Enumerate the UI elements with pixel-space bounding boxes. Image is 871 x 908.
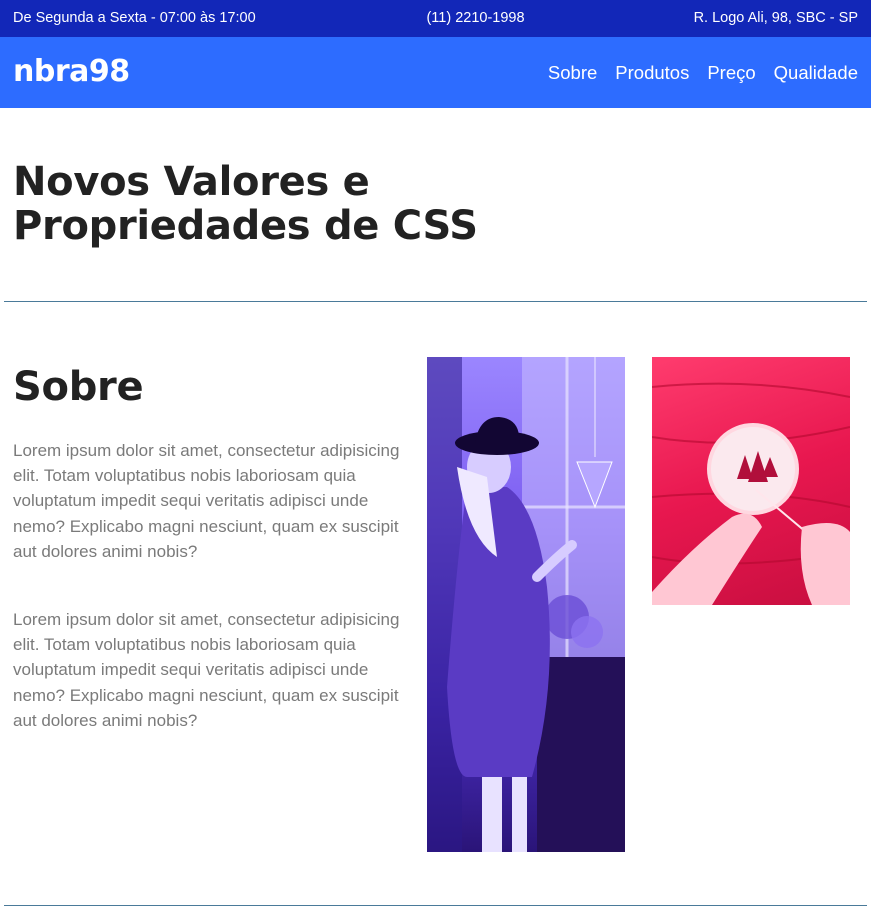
nav-link-qualidade[interactable]: Qualidade bbox=[774, 62, 858, 84]
top-info-bar: De Segunda a Sexta - 07:00 às 17:00 (11)… bbox=[0, 0, 871, 37]
nav-link-sobre[interactable]: Sobre bbox=[548, 62, 597, 84]
page-title: Novos Valores e Propriedades de CSS bbox=[13, 159, 478, 249]
embroidery-hoop-illustration bbox=[652, 382, 850, 605]
about-title: Sobre bbox=[13, 364, 144, 410]
site-logo[interactable]: nbra98 bbox=[13, 54, 130, 89]
woman-with-hat-image bbox=[427, 357, 625, 852]
embroidery-hoop-image bbox=[652, 357, 850, 605]
section-divider bbox=[4, 905, 867, 906]
address: R. Logo Ali, 98, SBC - SP bbox=[693, 10, 858, 26]
nav-link-produtos[interactable]: Produtos bbox=[615, 62, 689, 84]
main-nav: Sobre Produtos Preço Qualidade bbox=[548, 62, 858, 84]
section-divider bbox=[4, 301, 867, 302]
nav-link-preco[interactable]: Preço bbox=[707, 62, 755, 84]
about-paragraph: Lorem ipsum dolor sit amet, consectetur … bbox=[13, 441, 400, 561]
about-paragraph: Lorem ipsum dolor sit amet, consectetur … bbox=[13, 610, 400, 730]
site-header: nbra98 Sobre Produtos Preço Qualidade bbox=[0, 37, 871, 108]
woman-with-hat-illustration bbox=[427, 357, 625, 852]
